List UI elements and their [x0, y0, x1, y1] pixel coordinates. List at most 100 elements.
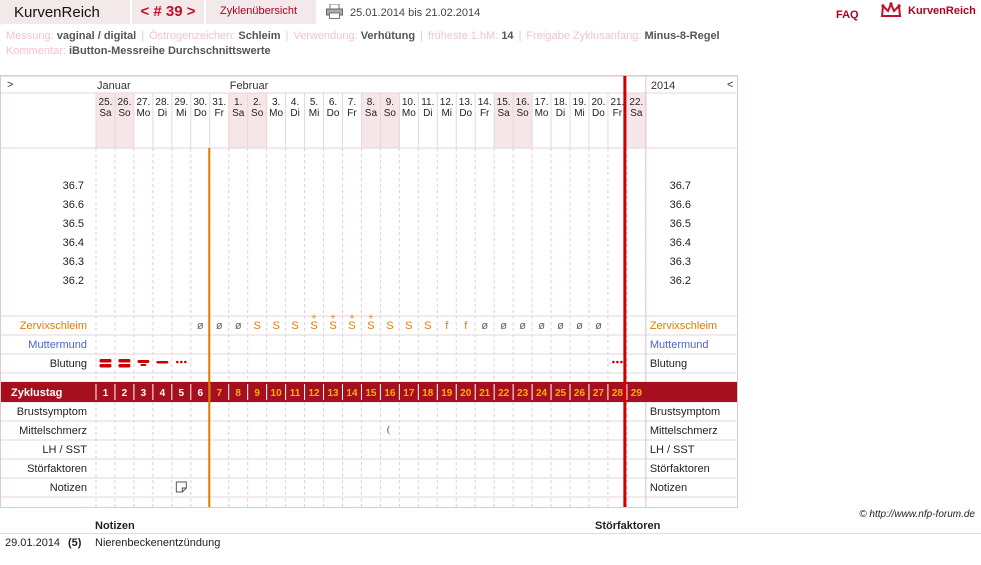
weekday-label: Mi: [441, 108, 452, 119]
zervix-value: ø: [557, 320, 564, 332]
day-number: 12.: [440, 97, 454, 108]
zyklustag-number: 16: [384, 388, 396, 399]
logo-text[interactable]: KurvenReich: [908, 5, 976, 17]
weekday-label: Mo: [402, 108, 416, 119]
info-value: Minus-8-Regel: [644, 30, 720, 42]
day-number: 5.: [310, 97, 318, 108]
zyklustag-number: 17: [403, 388, 415, 399]
zervix-value: S: [253, 320, 260, 332]
info-separator: |: [285, 30, 289, 42]
day-number: 19.: [573, 97, 587, 108]
temperature-tick-right: 36.3: [670, 256, 691, 268]
zervix-plus: +: [330, 312, 335, 322]
zyklustag-number: 9: [254, 388, 260, 399]
weekday-label: Sa: [365, 108, 378, 119]
zervix-plus: +: [349, 312, 354, 322]
weekday-label: Mo: [535, 108, 549, 119]
zervix-value: S: [405, 320, 412, 332]
bleeding-heavy-mark: [118, 359, 131, 363]
bottom-row-label-right: Mittelschmerz: [650, 425, 718, 437]
temperature-tick-right: 36.4: [670, 237, 691, 249]
zyklustag-number: 8: [235, 388, 241, 399]
info-label: Östrogenzeichen:: [149, 30, 239, 42]
weekday-label: Do: [327, 108, 340, 119]
info-value: iButton-Messreihe Durchschnittswerte: [68, 45, 271, 57]
brand-box[interactable]: KurvenReich: [0, 0, 132, 24]
day-number: 30.: [193, 97, 207, 108]
zervix-plus: +: [311, 312, 316, 322]
day-number: 13.: [459, 97, 473, 108]
weekday-label: Fr: [613, 108, 623, 119]
copyright-link[interactable]: © http://www.nfp-forum.de: [859, 509, 975, 520]
bottom-row-label-right: Notizen: [650, 482, 687, 494]
printer-icon[interactable]: [326, 4, 343, 19]
crown-icon[interactable]: [880, 2, 902, 20]
weekday-label: So: [516, 108, 529, 119]
weekday-label: Sa: [498, 108, 511, 119]
blutung-label-left: Blutung: [50, 358, 87, 370]
weekday-label: Fr: [480, 108, 490, 119]
zyklustag-number: 13: [327, 388, 339, 399]
overview-tab-label[interactable]: Zyklenübersicht: [220, 5, 297, 17]
day-number: 16.: [516, 97, 530, 108]
info-row-1: Messung: vaginal / digital | Östrogenzeich…: [6, 30, 720, 42]
overview-tab[interactable]: Zyklenübersicht: [206, 0, 318, 24]
day-number: 6.: [329, 97, 337, 108]
day-number: 7.: [348, 97, 356, 108]
spotting-dot: [620, 360, 623, 364]
weekday-label: Mo: [136, 108, 150, 119]
zyklustag-number: 18: [422, 388, 434, 399]
day-number: 18.: [554, 97, 568, 108]
note-date: 29.01.2014: [5, 537, 61, 549]
bottom-row-label-right: Brustsymptom: [650, 406, 720, 418]
temperature-tick-right: 36.5: [670, 218, 691, 230]
spotting-dot: [612, 360, 615, 364]
muttermund-label-right: Muttermund: [650, 339, 709, 351]
cycle-nav[interactable]: < # 39 >: [132, 0, 206, 24]
stoerfaktoren-header: Störfaktoren: [595, 520, 661, 532]
zyklustag-number: 25: [555, 388, 567, 399]
zyklustag-number: 21: [479, 388, 491, 399]
brand-title[interactable]: KurvenReich: [14, 4, 100, 21]
zyklustag-number: 29: [631, 388, 643, 399]
zyklustag-number: 7: [216, 388, 222, 399]
day-number: 20.: [591, 97, 605, 108]
zyklustag-number: 14: [346, 388, 358, 399]
zervix-value: ø: [595, 320, 602, 332]
faq-link[interactable]: FAQ: [836, 9, 859, 21]
day-number: 4.: [291, 97, 299, 108]
zervix-value: f: [445, 320, 449, 332]
zervix-plus: +: [368, 312, 373, 322]
info-value: vaginal / digital: [56, 30, 137, 42]
notes-header: Notizen: [95, 520, 135, 532]
zyklustag-number: 12: [308, 388, 320, 399]
temperature-tick-left: 36.3: [63, 256, 84, 268]
temperature-tick-right: 36.2: [670, 275, 691, 287]
note-icon[interactable]: [175, 481, 187, 493]
weekday-label: Mi: [309, 108, 320, 119]
day-number: 1.: [234, 97, 242, 108]
spotting-dot: [180, 360, 183, 364]
zervix-value: S: [424, 320, 431, 332]
cycle-chart: >2014 <Januar Februar25.Sa26.So27.Mo28.Di2…: [0, 75, 738, 508]
scroll-left-arrow[interactable]: >: [7, 79, 13, 91]
bottom-row-label-right: Störfaktoren: [650, 463, 710, 475]
bleeding-light-mark: [156, 361, 169, 364]
day-number: 3.: [272, 97, 280, 108]
zyklustag-number: 22: [498, 388, 510, 399]
zyklustag-label: Zyklustag: [11, 387, 62, 399]
day-number: 29.: [174, 97, 188, 108]
spotting-dot: [184, 360, 187, 364]
date-range: 25.01.2014 bis 21.02.2014: [350, 7, 481, 19]
zyklustag-number: 3: [141, 388, 147, 399]
temperature-tick-left: 36.2: [63, 275, 84, 287]
cycle-number[interactable]: < # 39 >: [132, 3, 204, 20]
top-bar: KurvenReich < # 39 > Zyklenübersicht 25.…: [0, 0, 981, 26]
scroll-right-arrow[interactable]: <: [727, 79, 733, 91]
month-label: Februar: [230, 80, 269, 92]
weekday-label: So: [118, 108, 131, 119]
zervix-value: ø: [197, 320, 204, 332]
zyklustag-number: 15: [365, 388, 377, 399]
weekday-label: Do: [592, 108, 605, 119]
weekday-label: Do: [194, 108, 207, 119]
